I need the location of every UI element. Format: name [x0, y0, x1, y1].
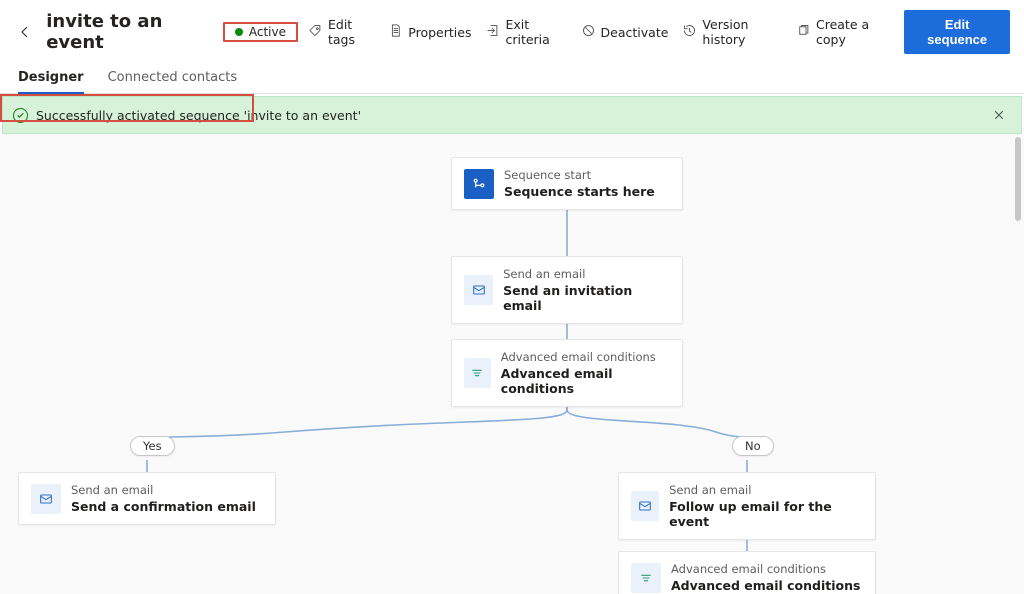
email-icon — [464, 275, 493, 305]
properties-label: Properties — [408, 25, 471, 40]
version-history-button[interactable]: Version history — [682, 17, 782, 47]
node-type-label: Advanced email conditions — [671, 562, 860, 576]
conditions-icon — [631, 563, 661, 593]
edit-tags-button[interactable]: Edit tags — [308, 17, 374, 47]
tag-icon — [308, 23, 323, 41]
sequence-start-icon — [464, 169, 494, 199]
history-icon — [682, 23, 697, 41]
node-advanced-conditions-1[interactable]: Advanced email conditions Advanced email… — [451, 339, 683, 407]
success-banner: Successfully activated sequence 'invite … — [2, 96, 1022, 134]
success-message: Successfully activated sequence 'invite … — [36, 108, 361, 123]
branch-no-badge: No — [732, 436, 774, 456]
email-icon — [631, 491, 659, 521]
node-send-invitation-email[interactable]: Send an email Send an invitation email — [451, 256, 683, 324]
version-history-label: Version history — [702, 17, 782, 47]
email-icon — [31, 484, 61, 514]
status-label: Active — [249, 25, 286, 39]
conditions-icon — [464, 358, 491, 388]
tabs: Designer Connected contacts — [0, 58, 1024, 94]
copy-icon — [796, 23, 811, 41]
node-type-label: Advanced email conditions — [501, 350, 670, 364]
properties-button[interactable]: Properties — [388, 23, 471, 41]
status-dot-icon — [235, 28, 243, 36]
create-copy-button[interactable]: Create a copy — [796, 17, 890, 47]
edit-sequence-button[interactable]: Edit sequence — [904, 10, 1010, 54]
deactivate-label: Deactivate — [601, 25, 669, 40]
edit-tags-label: Edit tags — [328, 17, 374, 47]
branch-yes-badge: Yes — [130, 436, 175, 456]
tab-connected-contacts[interactable]: Connected contacts — [108, 64, 238, 93]
node-name-label: Follow up email for the event — [669, 499, 863, 529]
exit-icon — [485, 23, 500, 41]
tab-designer[interactable]: Designer — [18, 64, 84, 93]
node-type-label: Sequence start — [504, 168, 655, 182]
exit-criteria-button[interactable]: Exit criteria — [485, 17, 566, 47]
toolbar: Edit tags Properties Exit criteria Deact… — [308, 10, 1010, 54]
header-bar: invite to an event Active Edit tags Prop… — [0, 0, 1024, 58]
node-name-label: Send a confirmation email — [71, 499, 256, 514]
deactivate-icon — [581, 23, 596, 41]
node-type-label: Send an email — [71, 483, 256, 497]
back-button[interactable] — [14, 20, 36, 44]
node-followup-email[interactable]: Send an email Follow up email for the ev… — [618, 472, 876, 540]
node-type-label: Send an email — [669, 483, 863, 497]
deactivate-button[interactable]: Deactivate — [581, 23, 669, 41]
banner-close-button[interactable] — [987, 103, 1011, 127]
node-name-label: Advanced email conditions — [501, 366, 670, 396]
node-sequence-start[interactable]: Sequence start Sequence starts here — [451, 157, 683, 210]
vertical-scrollbar[interactable] — [1015, 137, 1021, 221]
notification-area: Successfully activated sequence 'invite … — [0, 94, 1024, 134]
node-advanced-conditions-2[interactable]: Advanced email conditions Advanced email… — [618, 551, 876, 594]
success-check-icon — [13, 108, 28, 123]
page-title: invite to an event — [46, 11, 213, 53]
node-name-label: Advanced email conditions — [671, 578, 860, 593]
document-icon — [388, 23, 403, 41]
create-copy-label: Create a copy — [816, 17, 890, 47]
node-name-label: Send an invitation email — [503, 283, 670, 313]
node-name-label: Sequence starts here — [504, 184, 655, 199]
status-pill: Active — [223, 22, 298, 42]
exit-criteria-label: Exit criteria — [505, 17, 566, 47]
flow-canvas[interactable]: Sequence start Sequence starts here Send… — [0, 134, 1024, 594]
node-confirmation-email[interactable]: Send an email Send a confirmation email — [18, 472, 276, 525]
node-type-label: Send an email — [503, 267, 670, 281]
